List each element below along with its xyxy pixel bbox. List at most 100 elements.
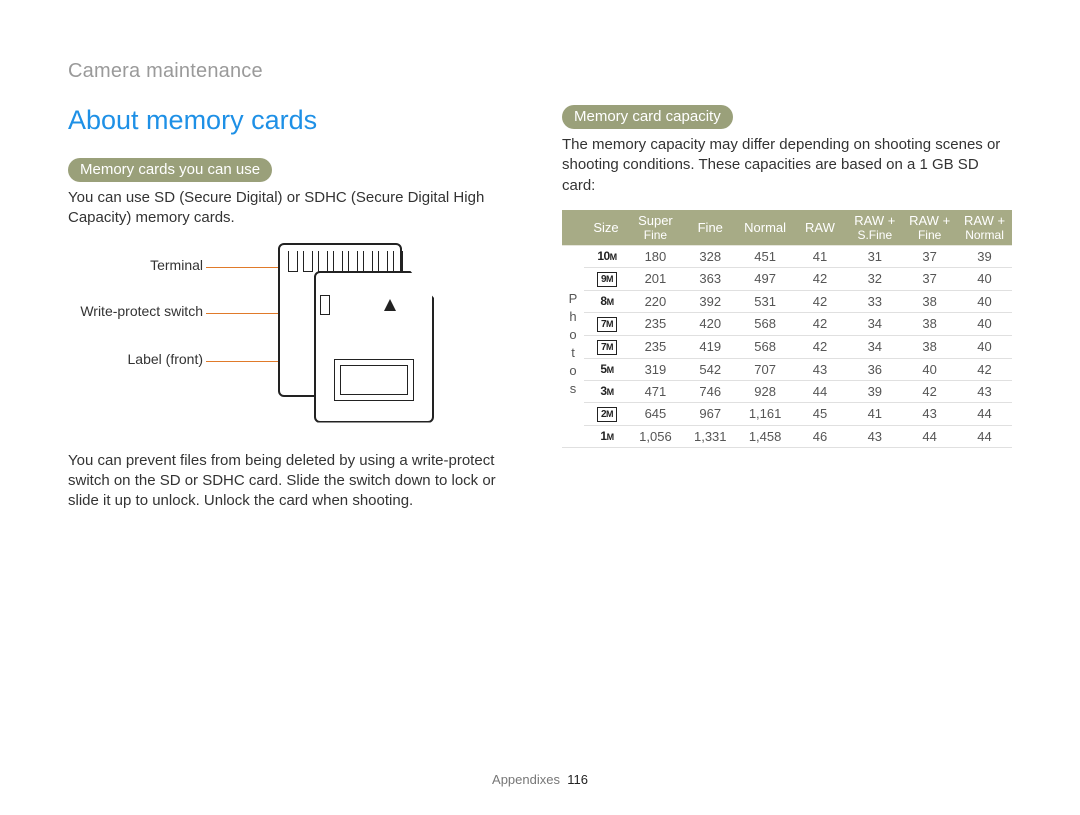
write-protect-text: You can prevent files from being deleted…	[68, 451, 518, 512]
capacity-cell: 967	[683, 402, 738, 425]
capacity-cell: 42	[793, 312, 848, 335]
capacity-cell: 43	[847, 425, 902, 447]
capacity-cell: 392	[683, 290, 738, 312]
intro-usable-cards: You can use SD (Secure Digital) or SDHC …	[68, 188, 518, 229]
capacity-cell: 419	[683, 335, 738, 358]
capacity-cell: 40	[957, 312, 1012, 335]
capacity-cell: 40	[957, 290, 1012, 312]
left-column: About memory cards Memory cards you can …	[68, 105, 518, 525]
capacity-cell: 36	[847, 358, 902, 380]
capacity-cell: 451	[738, 245, 793, 267]
size-cell: 3M	[584, 380, 628, 402]
capacity-cell: 46	[793, 425, 848, 447]
capacity-cell: 235	[628, 335, 683, 358]
capacity-cell: 420	[683, 312, 738, 335]
capacity-cell: 37	[902, 267, 957, 290]
breadcrumb: Camera maintenance	[68, 60, 1012, 83]
capacity-cell: 568	[738, 312, 793, 335]
capacity-cell: 39	[957, 245, 1012, 267]
capacity-cell: 44	[957, 425, 1012, 447]
diagram-label-write-protect: Write-protect switch	[68, 303, 203, 319]
capacity-cell: 1,056	[628, 425, 683, 447]
capacity-cell: 707	[738, 358, 793, 380]
size-cell: 2M	[584, 402, 628, 425]
capacity-cell: 44	[902, 425, 957, 447]
size-cell: 7M	[584, 335, 628, 358]
row-group-label: Photos	[562, 245, 584, 447]
capacity-cell: 928	[738, 380, 793, 402]
capacity-cell: 43	[902, 402, 957, 425]
capacity-cell: 38	[902, 335, 957, 358]
capacity-cell: 42	[793, 267, 848, 290]
capacity-cell: 542	[683, 358, 738, 380]
capacity-cell: 38	[902, 290, 957, 312]
capacity-cell: 1,161	[738, 402, 793, 425]
capacity-cell: 531	[738, 290, 793, 312]
table-row: 7M23541956842343840	[562, 335, 1012, 358]
footer-section: Appendixes	[492, 772, 560, 787]
capacity-cell: 363	[683, 267, 738, 290]
diagram-label-label-front: Label (front)	[68, 351, 203, 367]
section-pill-usable-cards: Memory cards you can use	[68, 158, 272, 182]
capacity-cell: 43	[957, 380, 1012, 402]
capacity-cell: 34	[847, 335, 902, 358]
table-header-cell: RAW +Normal	[957, 210, 1012, 246]
capacity-cell: 42	[793, 290, 848, 312]
capacity-cell: 220	[628, 290, 683, 312]
capacity-cell: 1,331	[683, 425, 738, 447]
capacity-cell: 180	[628, 245, 683, 267]
table-row: 5M31954270743364042	[562, 358, 1012, 380]
table-row: 7M23542056842343840	[562, 312, 1012, 335]
size-cell: 1M	[584, 425, 628, 447]
capacity-cell: 32	[847, 267, 902, 290]
capacity-cell: 42	[902, 380, 957, 402]
size-cell: 7M	[584, 312, 628, 335]
capacity-cell: 39	[847, 380, 902, 402]
capacity-cell: 201	[628, 267, 683, 290]
capacity-cell: 235	[628, 312, 683, 335]
capacity-cell: 43	[793, 358, 848, 380]
capacity-cell: 568	[738, 335, 793, 358]
table-header-cell: RAW	[793, 210, 848, 246]
capacity-cell: 41	[793, 245, 848, 267]
capacity-cell: 328	[683, 245, 738, 267]
sd-card-diagram: Terminal Write-protect switch Label (fro…	[68, 243, 518, 433]
table-row: 3M47174692844394243	[562, 380, 1012, 402]
page-title: About memory cards	[68, 105, 518, 136]
section-pill-capacity: Memory card capacity	[562, 105, 733, 129]
capacity-cell: 45	[793, 402, 848, 425]
table-row: 8M22039253142333840	[562, 290, 1012, 312]
diagram-label-terminal: Terminal	[68, 257, 203, 273]
footer-page-number: 116	[567, 772, 588, 787]
capacity-cell: 471	[628, 380, 683, 402]
capacity-cell: 1,458	[738, 425, 793, 447]
table-row: 2M6459671,16145414344	[562, 402, 1012, 425]
capacity-cell: 41	[847, 402, 902, 425]
size-cell: 10M	[584, 245, 628, 267]
capacity-cell: 33	[847, 290, 902, 312]
intro-capacity: The memory capacity may differ depending…	[562, 135, 1012, 196]
capacity-cell: 645	[628, 402, 683, 425]
table-header-blank	[562, 210, 584, 246]
page-footer: Appendixes 116	[0, 772, 1080, 787]
capacity-cell: 40	[957, 335, 1012, 358]
capacity-cell: 44	[793, 380, 848, 402]
table-header-cell: Fine	[683, 210, 738, 246]
table-header-cell: RAW +S.Fine	[847, 210, 902, 246]
capacity-cell: 42	[793, 335, 848, 358]
capacity-cell: 40	[957, 267, 1012, 290]
table-header-cell: Size	[584, 210, 628, 246]
capacity-cell: 40	[902, 358, 957, 380]
size-cell: 9M	[584, 267, 628, 290]
capacity-cell: 497	[738, 267, 793, 290]
capacity-cell: 34	[847, 312, 902, 335]
size-cell: 5M	[584, 358, 628, 380]
capacity-cell: 38	[902, 312, 957, 335]
capacity-cell: 31	[847, 245, 902, 267]
right-column: Memory card capacity The memory capacity…	[562, 105, 1012, 525]
capacity-cell: 319	[628, 358, 683, 380]
capacity-cell: 746	[683, 380, 738, 402]
size-cell: 8M	[584, 290, 628, 312]
capacity-cell: 37	[902, 245, 957, 267]
table-row: 9M20136349742323740	[562, 267, 1012, 290]
